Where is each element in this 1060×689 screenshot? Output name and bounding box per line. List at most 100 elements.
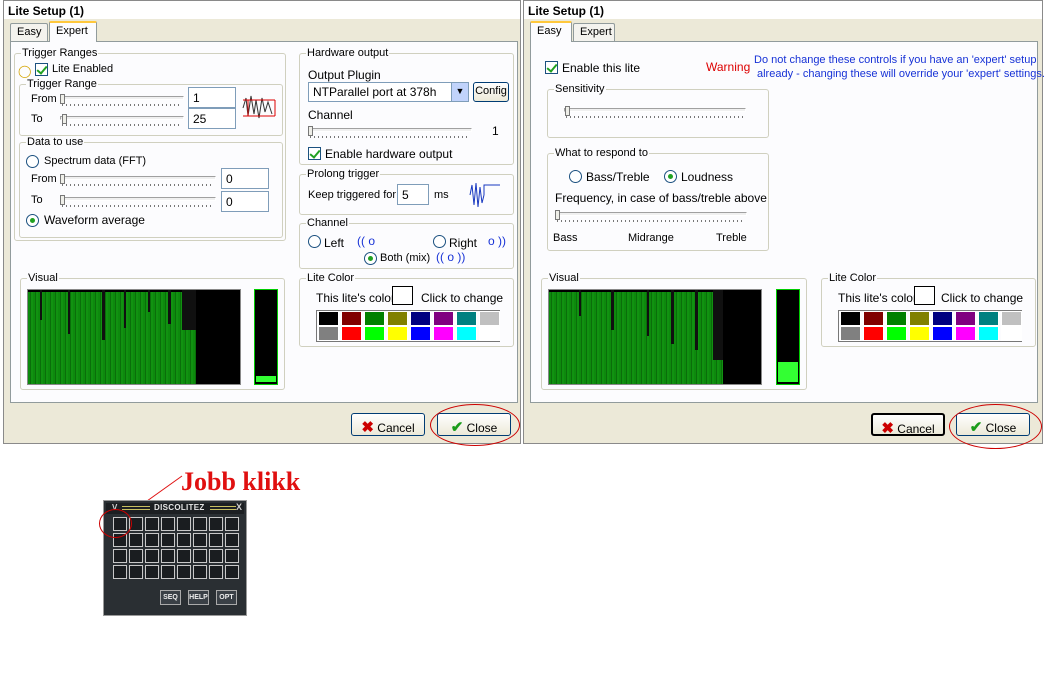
lite-cell[interactable] [161,533,175,547]
palette-swatch[interactable] [410,326,431,341]
waveform-radio[interactable] [26,214,39,227]
palette-swatch[interactable] [840,311,861,326]
data-from-slider[interactable] [60,174,216,186]
lite-cell[interactable] [145,517,159,531]
tab-easy[interactable]: Easy [10,23,48,41]
lite-cell[interactable] [193,565,207,579]
palette-swatch[interactable] [433,311,454,326]
frequency-slider[interactable] [555,210,747,222]
palette-swatch[interactable] [479,311,500,326]
help-button[interactable]: HELP [188,590,209,605]
lite-cell[interactable] [145,565,159,579]
palette-swatch[interactable] [978,326,999,341]
lite-cell[interactable] [129,533,143,547]
palette-swatch[interactable] [341,326,362,341]
palette-swatch[interactable] [410,311,431,326]
lite-cell[interactable] [193,549,207,563]
lite-cell[interactable] [209,565,223,579]
palette-swatch[interactable] [479,326,500,341]
trigger-to-input[interactable]: 25 [188,108,236,129]
config-button[interactable]: Config [473,82,509,102]
palette-swatch[interactable] [886,311,907,326]
lite-cell[interactable] [177,549,191,563]
palette-swatch[interactable] [387,311,408,326]
lite-cell[interactable] [225,565,239,579]
left-channel-radio[interactable] [308,235,321,248]
palette-swatch[interactable] [1001,311,1022,326]
palette-swatch[interactable] [955,326,976,341]
lite-cell[interactable] [177,533,191,547]
spectrum-radio[interactable] [26,155,39,168]
lite-cell[interactable] [145,549,159,563]
enable-lite-checkbox[interactable] [545,61,558,74]
palette-swatch[interactable] [863,311,884,326]
lite-cell[interactable] [225,549,239,563]
current-color-swatch[interactable] [392,286,413,305]
sensitivity-slider[interactable] [564,106,746,118]
lite-cell[interactable] [161,517,175,531]
palette-swatch[interactable] [1001,326,1022,341]
chevron-down-icon[interactable]: ▼ [451,83,468,101]
palette-swatch[interactable] [909,311,930,326]
bass-treble-radio[interactable] [569,170,582,183]
palette-swatch[interactable] [932,326,953,341]
lite-cell[interactable] [209,517,223,531]
channel-slider[interactable] [308,126,472,138]
lite-cell[interactable] [161,565,175,579]
lite-cell[interactable] [193,517,207,531]
palette-swatch[interactable] [364,311,385,326]
palette-swatch[interactable] [955,311,976,326]
lite-cell[interactable] [161,549,175,563]
tab-easy[interactable]: Easy [530,21,572,42]
palette-swatch[interactable] [318,311,339,326]
click-to-change-label[interactable]: Click to change [421,291,503,305]
lite-cell[interactable] [225,533,239,547]
lite-cell[interactable] [225,517,239,531]
keep-triggered-input[interactable]: 5 [397,184,429,205]
seq-button[interactable]: SEQ [160,590,181,605]
lite-cell[interactable] [129,565,143,579]
palette-swatch[interactable] [840,326,861,341]
both-channel-radio[interactable] [364,252,377,265]
data-from-input[interactable]: 0 [221,168,269,189]
opt-button[interactable]: OPT [216,590,237,605]
lite-cell[interactable] [209,549,223,563]
palette-swatch[interactable] [318,326,339,341]
cancel-button[interactable]: ✖ Cancel [871,413,945,437]
tab-expert[interactable]: Expert [49,21,97,42]
lite-cell[interactable] [177,565,191,579]
palette-swatch[interactable] [364,326,385,341]
lite-cell[interactable] [209,533,223,547]
loudness-radio[interactable] [664,170,677,183]
close-icon[interactable]: X [236,502,242,512]
trigger-to-slider[interactable] [60,114,184,126]
lite-cell[interactable] [193,533,207,547]
current-color-swatch[interactable] [914,286,935,305]
tab-expert[interactable]: Expert [573,23,615,41]
palette-swatch[interactable] [433,326,454,341]
lite-cell[interactable] [145,533,159,547]
output-plugin-select[interactable]: NTParallel port at 378h ▼ [308,82,469,102]
palette-swatch[interactable] [978,311,999,326]
lite-enabled-checkbox[interactable] [35,63,48,76]
cancel-button[interactable]: ✖ Cancel [351,413,425,436]
click-to-change-label[interactable]: Click to change [941,291,1023,305]
trigger-from-input[interactable]: 1 [188,87,236,108]
right-channel-radio[interactable] [433,235,446,248]
palette-swatch[interactable] [932,311,953,326]
palette-swatch[interactable] [886,326,907,341]
data-to-slider[interactable] [60,195,216,207]
palette-swatch[interactable] [387,326,408,341]
palette-swatch[interactable] [863,326,884,341]
lite-cell[interactable] [129,549,143,563]
trigger-from-slider[interactable] [60,94,184,106]
palette-swatch[interactable] [456,326,477,341]
lite-cell[interactable] [113,549,127,563]
lite-cell[interactable] [177,517,191,531]
palette-swatch[interactable] [456,311,477,326]
enable-hardware-checkbox[interactable] [308,147,321,160]
palette-swatch[interactable] [909,326,930,341]
palette-swatch[interactable] [341,311,362,326]
lite-cell[interactable] [113,565,127,579]
data-to-input[interactable]: 0 [221,191,269,212]
